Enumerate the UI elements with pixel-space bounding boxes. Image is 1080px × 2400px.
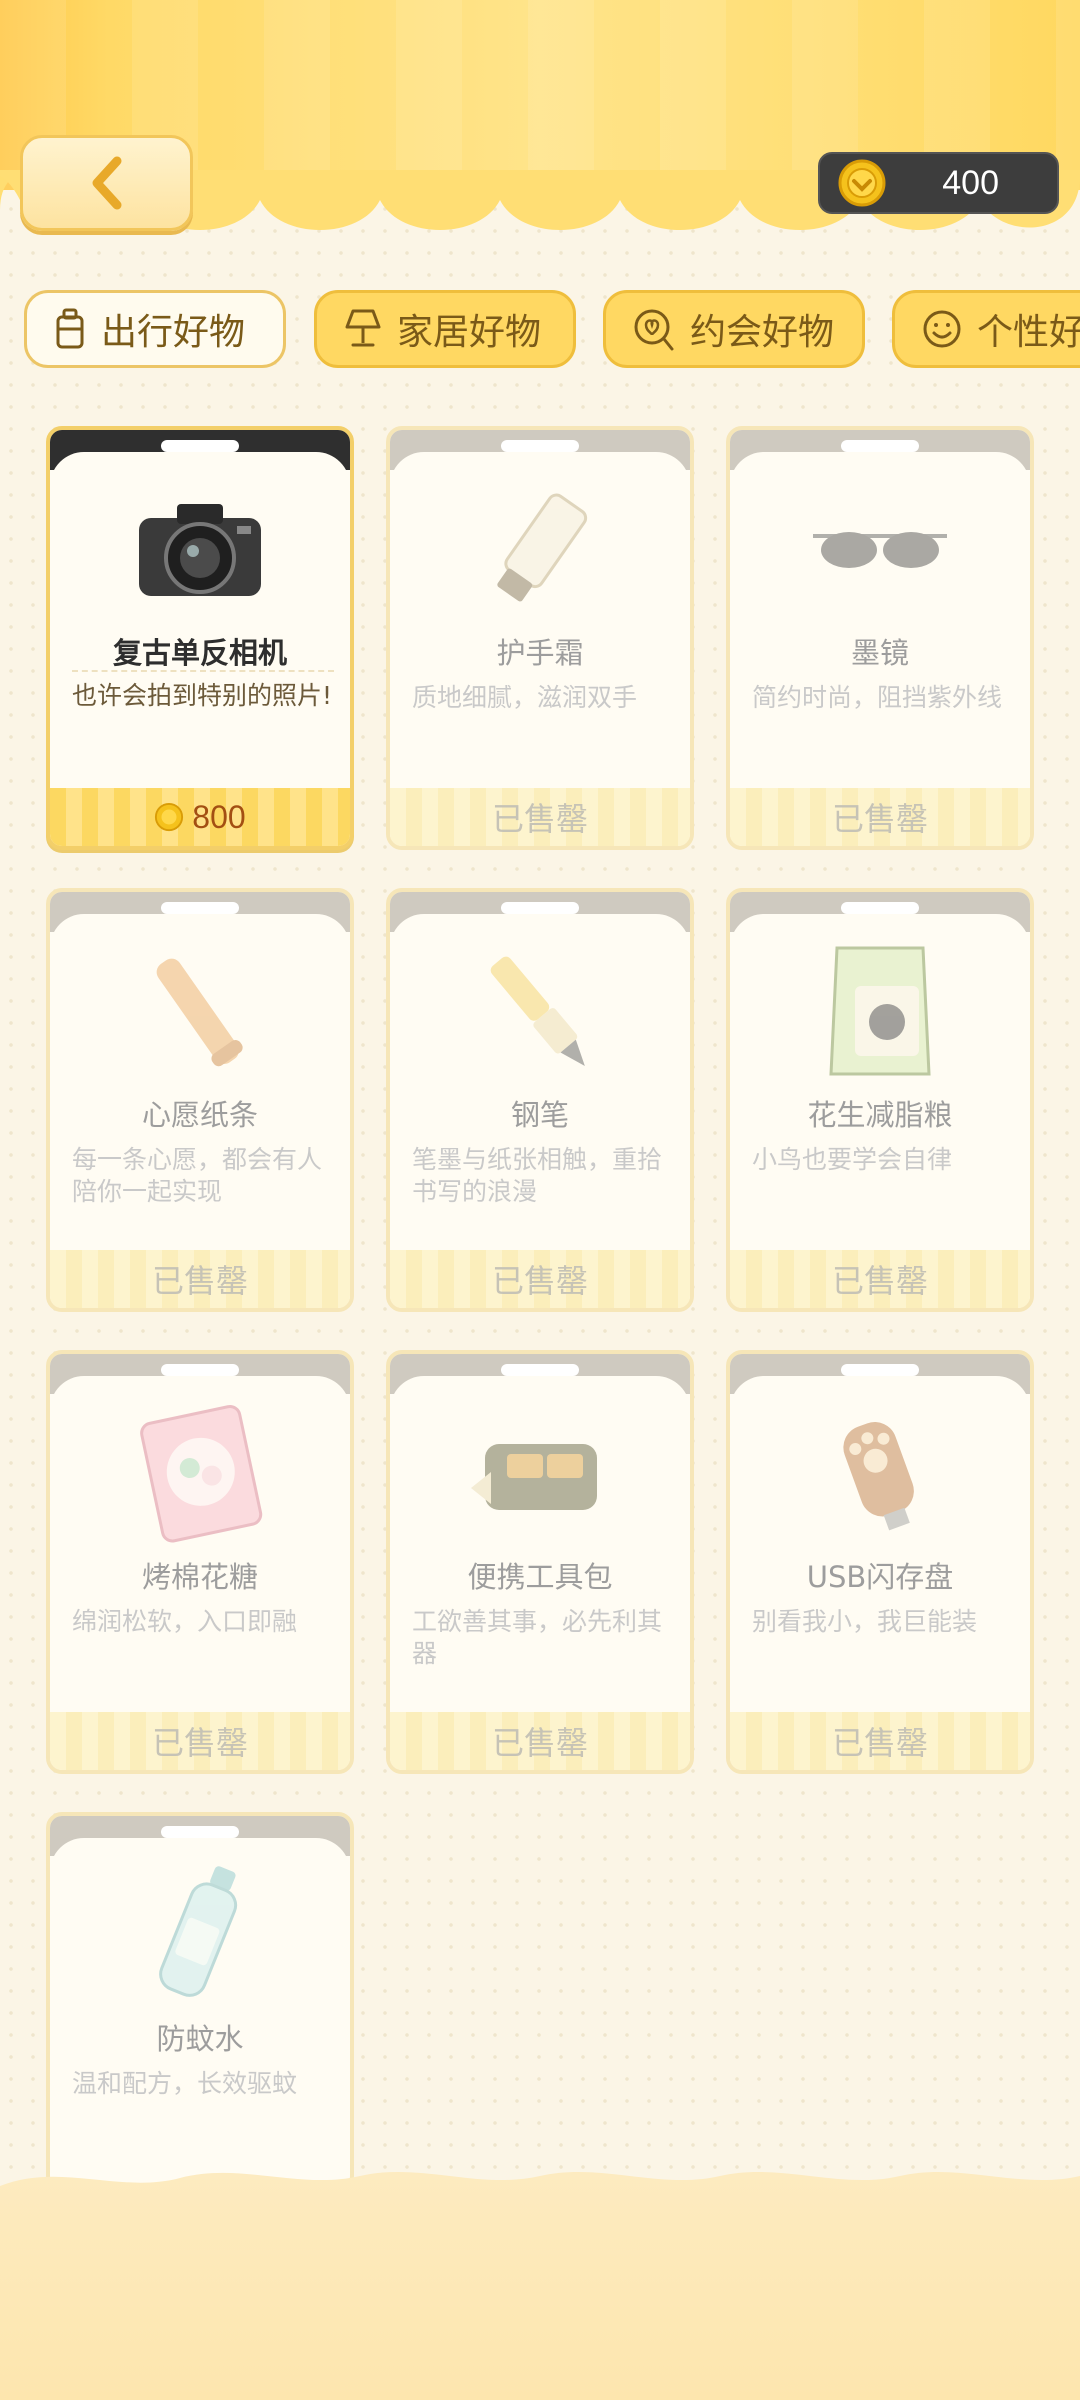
paper-scroll-icon bbox=[156, 958, 243, 1067]
sold-out-label: 已售罄 bbox=[730, 1250, 1030, 1308]
item-desc: 也许会拍到特别的照片! bbox=[72, 670, 334, 712]
item-card-sunglasses[interactable]: 墨镜 简约时尚，阻挡紫外线 已售罄 bbox=[726, 426, 1034, 850]
coin-icon bbox=[155, 802, 184, 832]
smiley-icon bbox=[923, 310, 961, 348]
fountain-pen-icon bbox=[490, 956, 585, 1067]
snack-bag-icon bbox=[829, 946, 931, 1076]
item-card-peanut-snack[interactable]: 花生减脂粮 小鸟也要学会自律 已售罄 bbox=[726, 888, 1034, 1312]
category-tabs: 出行好物 家居好物 约会好物 个性好 bbox=[0, 290, 1080, 370]
item-card-tool-pouch[interactable]: 便携工具包 工欲善其事，必先利其器 已售罄 bbox=[386, 1350, 694, 1774]
card-slot bbox=[501, 440, 579, 452]
price-footer[interactable]: 800 bbox=[50, 788, 350, 846]
camera-icon bbox=[139, 504, 261, 596]
sold-out-label: 已售罄 bbox=[50, 1250, 350, 1308]
sold-out-label: 已售罄 bbox=[50, 1712, 350, 1770]
spray-bottle-icon bbox=[159, 1866, 238, 1997]
item-card-marshmallow[interactable]: 烤棉花糖 绵润松软，入口即融 已售罄 bbox=[46, 1350, 354, 1774]
price-tag: 800 bbox=[154, 798, 246, 836]
item-card-camera[interactable]: 复古单反相机 也许会拍到特别的照片! 800 bbox=[46, 426, 354, 850]
item-price: 800 bbox=[192, 798, 246, 835]
item-desc: 工欲善其事，必先利其器 bbox=[412, 1607, 663, 1668]
card-slot bbox=[501, 902, 579, 914]
item-desc: 别看我小，我巨能装 bbox=[752, 1607, 978, 1636]
marshmallow-bag-icon bbox=[140, 1405, 263, 1543]
item-name: 便携工具包 bbox=[467, 1560, 613, 1594]
header: 400 bbox=[0, 0, 1080, 270]
item-name: 防蚊水 bbox=[156, 2022, 244, 2056]
sold-out-label: 已售罄 bbox=[390, 788, 690, 846]
card-slot bbox=[841, 440, 919, 452]
tab-label: 个性好 bbox=[977, 312, 1080, 353]
sold-out-label: 已售罄 bbox=[730, 788, 1030, 846]
card-slot bbox=[161, 1364, 239, 1376]
item-desc: 温和配方，长效驱蚊 bbox=[72, 2069, 298, 2098]
card-slot bbox=[161, 1826, 239, 1838]
coin-icon bbox=[838, 159, 886, 207]
tab-date[interactable]: 约会好物 bbox=[603, 290, 865, 368]
sold-out-label: 已售罄 bbox=[390, 1250, 690, 1308]
sold-out-label: 已售罄 bbox=[730, 1712, 1030, 1770]
card-slot bbox=[841, 1364, 919, 1376]
card-slot bbox=[161, 440, 239, 452]
item-desc: 绵润松软，入口即融 bbox=[72, 1607, 298, 1636]
item-name: USB闪存盘 bbox=[806, 1560, 954, 1594]
item-desc: 每一条心愿，都会有人陪你一起实现 bbox=[72, 1145, 323, 1206]
item-card-hand-cream[interactable]: 护手霜 质地细腻，滋润双手 已售罄 bbox=[386, 426, 694, 850]
item-card-mosquito-spray[interactable]: 防蚊水 温和配方，长效驱蚊 bbox=[46, 1812, 354, 2192]
item-card-wish-note[interactable]: 心愿纸条 每一条心愿，都会有人陪你一起实现 已售罄 bbox=[46, 888, 354, 1312]
coin-amount: 400 bbox=[942, 164, 999, 202]
item-name: 心愿纸条 bbox=[141, 1098, 258, 1132]
sold-out-label: 已售罄 bbox=[390, 1712, 690, 1770]
heart-balloon-icon bbox=[634, 309, 674, 351]
item-name: 护手霜 bbox=[496, 636, 584, 670]
item-desc: 笔墨与纸张相触，重拾书写的浪漫 bbox=[412, 1145, 663, 1206]
card-slot bbox=[841, 902, 919, 914]
item-card-fountain-pen[interactable]: 钢笔 笔墨与纸张相触，重拾书写的浪漫 已售罄 bbox=[386, 888, 694, 1312]
suitcase-icon bbox=[56, 308, 84, 349]
tool-pouch-icon bbox=[471, 1444, 597, 1510]
card-slot bbox=[501, 1364, 579, 1376]
tab-travel[interactable]: 出行好物 bbox=[24, 290, 286, 368]
item-desc: 质地细腻，滋润双手 bbox=[412, 683, 638, 712]
item-name: 烤棉花糖 bbox=[141, 1560, 258, 1594]
tab-home[interactable]: 家居好物 bbox=[314, 290, 576, 368]
bottom-wave bbox=[0, 2171, 1080, 2400]
sunglasses-icon bbox=[813, 532, 947, 568]
tab-label: 约会好物 bbox=[690, 312, 835, 353]
tab-label: 出行好物 bbox=[101, 312, 246, 353]
coin-balance: 400 bbox=[818, 152, 1059, 214]
tab-personal[interactable]: 个性好 bbox=[892, 290, 1080, 368]
item-name: 墨镜 bbox=[850, 636, 909, 670]
usb-paw-icon bbox=[843, 1422, 914, 1531]
back-button[interactable] bbox=[20, 135, 193, 231]
lamp-icon bbox=[345, 309, 381, 347]
item-name: 复古单反相机 bbox=[112, 636, 287, 670]
item-name: 花生减脂粮 bbox=[807, 1098, 953, 1132]
item-card-usb-drive[interactable]: USB闪存盘 别看我小，我巨能装 已售罄 bbox=[726, 1350, 1034, 1774]
card-slot bbox=[161, 902, 239, 914]
tab-label: 家居好物 bbox=[397, 312, 542, 353]
item-desc: 小鸟也要学会自律 bbox=[752, 1145, 953, 1174]
chevron-left-icon bbox=[92, 156, 121, 210]
hand-cream-icon bbox=[497, 493, 588, 602]
item-desc: 简约时尚，阻挡紫外线 bbox=[752, 683, 1003, 712]
item-name: 钢笔 bbox=[510, 1098, 569, 1132]
